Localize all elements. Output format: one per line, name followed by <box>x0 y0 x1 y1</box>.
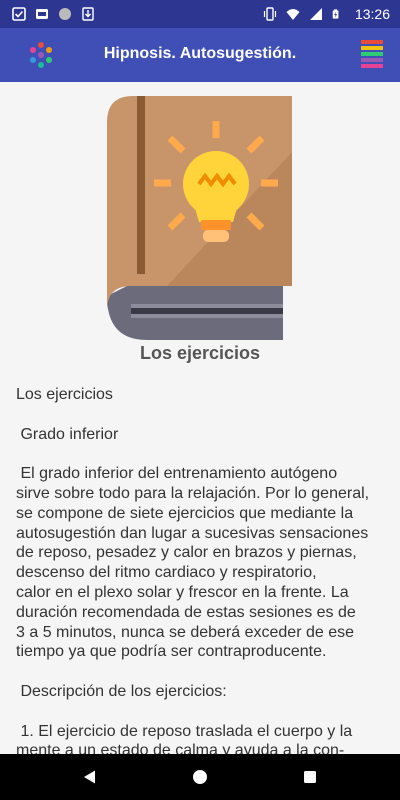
signal-icon <box>309 8 322 20</box>
text-line: El grado inferior del entrenamiento autó… <box>16 465 338 483</box>
section-heading: Los ejercicios <box>139 343 261 363</box>
text-line: descenso del ritmo cardiaco y respirator… <box>16 564 317 582</box>
text-line: se compone de siete ejercicios que media… <box>16 504 354 522</box>
back-triangle-icon[interactable] <box>80 767 100 787</box>
text-line: Descripción de los ejercicios: <box>16 682 227 700</box>
checkbox-icon <box>12 7 26 21</box>
book-lightbulb-icon <box>107 96 292 340</box>
status-notifications <box>12 7 95 21</box>
navigation-bar <box>0 754 400 800</box>
vibrate-icon <box>263 7 277 21</box>
text-line: 1. El ejercicio de reposo traslada el cu… <box>16 722 353 740</box>
text-line <box>16 702 388 722</box>
text-line: de reposo, pesadez y calor en brazos y p… <box>16 544 357 562</box>
app-title: Hipnosis. Autosugestión. <box>103 45 297 62</box>
striped-menu-icon[interactable] <box>361 39 383 71</box>
text-line <box>16 662 388 682</box>
download-icon <box>82 7 94 21</box>
text-line: mente a un estado de calma y ayuda a la … <box>16 742 345 754</box>
status-bar: 13:26 <box>0 0 400 28</box>
text-line: autosugestión dan lugar a sucesivas sens… <box>16 524 369 542</box>
recents-square-icon[interactable] <box>300 767 320 787</box>
battery-charging-icon <box>332 9 339 19</box>
app-bar: Hipnosis. Autosugestión. <box>0 28 400 82</box>
text-line: sirve sobre todo para la relajación. Por… <box>16 484 370 502</box>
text-line <box>16 405 388 425</box>
cloud-icon <box>36 9 48 19</box>
text-line: duración recomendada de estas sesiones e… <box>16 603 356 621</box>
home-circle-icon[interactable] <box>190 767 210 787</box>
text-line: Los ejercicios <box>16 386 113 403</box>
status-time: 13:26 <box>354 6 390 22</box>
text-line: calor en el plexo solar y frescor en la … <box>16 583 349 601</box>
text-line: 3 a 5 minutos, nunca se deberá exceder d… <box>16 623 354 641</box>
status-system-icons: 13:26 <box>263 6 390 22</box>
text-line: Grado inferior <box>16 425 119 443</box>
wifi-icon <box>286 9 300 20</box>
text-line: tiempo ya que podría ser contraproducent… <box>16 643 327 661</box>
circle-icon <box>59 8 71 20</box>
content-area[interactable]: Los ejercicios Los ejercicios Grado infe… <box>0 82 400 754</box>
article-body: Los ejercicios Grado inferior El grado i… <box>16 385 388 754</box>
text-line <box>16 444 388 464</box>
